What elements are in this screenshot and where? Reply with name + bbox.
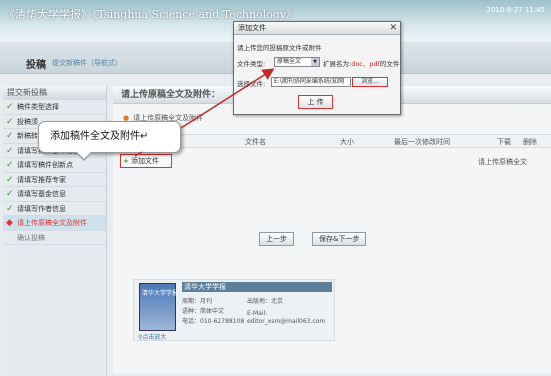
check-icon: ✓ [6, 145, 14, 156]
check-icon: ✓ [6, 189, 14, 199]
sidebar-item-authors[interactable]: ✓ 请填写作者信息 [3, 202, 106, 216]
callout-box: 添加稿件全文及附件↵ [38, 121, 181, 153]
page-title: 投稿 [26, 60, 46, 71]
check-icon: ✓ [6, 131, 14, 141]
journal-cover[interactable]: 清华大学学报 [139, 283, 179, 331]
add-file-label: 添加文件 [131, 157, 159, 165]
col-size: 大小 [340, 138, 354, 146]
close-icon[interactable]: ✕ [389, 23, 397, 33]
zoom-label: 点击放大 [142, 334, 167, 341]
file-type-value: 原稿全文 [277, 58, 302, 65]
col-delete: 删除 [523, 138, 537, 146]
file-type-label: 文件类型: [237, 60, 266, 68]
extension-hint: 扩展名为:doc、pdf的文件 [323, 58, 399, 68]
journal-period: 周期：月刊 [182, 298, 213, 305]
banner-date: 2010-8-27 11:45 [486, 6, 545, 14]
journal-email[interactable]: editor_xsm@mail063.com [247, 318, 325, 325]
browse-button[interactable]: 浏览... [352, 77, 388, 87]
ext-value: doc、pdf [351, 60, 380, 68]
sidebar-item-funding[interactable]: ✓ 请填写基金信息 [3, 187, 106, 202]
plus-icon: + [123, 157, 129, 165]
check-icon: ✓ [6, 160, 14, 170]
dialog-instruction: 请上传您的投稿原文件或附件 [237, 44, 322, 52]
chevron-down-icon: ▼ [311, 58, 319, 66]
sidebar-item-label: 投稿须 [17, 117, 38, 126]
check-icon: ✓ [6, 102, 14, 112]
banner-title: 《清华大学学报》《Tsinghua Science and Technology… [4, 8, 298, 21]
journal-location: 出版地：北京 [247, 298, 284, 305]
current-step-icon: ◆ [6, 218, 13, 228]
select-file-label: 选择文件: [237, 80, 266, 88]
sidebar-item-label: 确认投稿 [17, 233, 45, 242]
journal-language: 语种：简体中文 [182, 308, 225, 315]
upload-hint: 请上传原稿全文 [478, 158, 527, 166]
journal-name: 清华大学学报 [182, 282, 332, 292]
sidebar-item-label: 请填写作者信息 [17, 204, 66, 213]
file-type-select[interactable]: 原稿全文 ▼ [274, 57, 320, 67]
sidebar-item-label: 请填写稿件创新点 [17, 161, 73, 169]
upload-button[interactable]: 上 传 [298, 95, 333, 109]
add-file-dialog: 添加文件 ✕ 请上传您的投稿原文件或附件 文件类型: 原稿全文 ▼ 扩展名为:do… [233, 21, 401, 115]
sidebar-item-confirm[interactable]: 确认投稿 [3, 231, 106, 245]
step-buttons: 上一步 保存&下一步 [113, 232, 551, 250]
check-icon: ✓ [6, 116, 14, 127]
sidebar-item-label: 新稿转 [17, 132, 38, 140]
prev-step-button[interactable]: 上一步 [259, 232, 294, 246]
journal-phone: 电话：010-62788108 [182, 318, 245, 325]
journal-card: 清华大学学报 ⚲点击放大 清华大学学报 周期：月刊 语种：简体中文 电话：010… [133, 279, 335, 341]
zoom-link[interactable]: ⚲点击放大 [138, 332, 166, 341]
save-next-button[interactable]: 保存&下一步 [312, 232, 367, 246]
sidebar-item-type-select[interactable]: ✓ 稿件类型选择 [3, 100, 106, 115]
sidebar-item-label: 请填写基金信息 [17, 190, 66, 198]
col-modified: 最后一次修改时间 [394, 138, 450, 146]
sidebar-heading: 提交新投稿 [3, 86, 106, 100]
ext-suffix: 的文件 [379, 60, 400, 68]
check-icon: ✓ [6, 203, 14, 214]
cover-title: 清华大学学报 [142, 290, 179, 297]
file-path-input[interactable]: E:\期刊协同采编系统(知网 [271, 77, 351, 87]
callout-tail-inner [77, 152, 91, 159]
journal-email-label: E-Mail: [247, 310, 268, 317]
sidebar-item-label: 请填写推荐专家 [17, 175, 66, 184]
dialog-title: 添加文件 [234, 22, 400, 35]
sidebar-item-upload[interactable]: ◆ 请上传原稿全文及附件 [3, 216, 106, 231]
sidebar-item-label: 稿件类型选择 [17, 103, 59, 111]
col-filename: 文件名 [245, 138, 266, 146]
breadcrumb[interactable]: 提交新稿件（导航式） [52, 58, 122, 68]
sidebar-item-label: 请上传原稿全文及附件 [17, 219, 87, 227]
check-icon: ✓ [6, 174, 14, 185]
add-file-button[interactable]: + 添加文件 [120, 154, 172, 168]
ext-prefix: 扩展名为: [323, 60, 352, 68]
sidebar-item-experts[interactable]: ✓ 请填写推荐专家 [3, 173, 106, 187]
col-download: 下载 [497, 138, 511, 146]
